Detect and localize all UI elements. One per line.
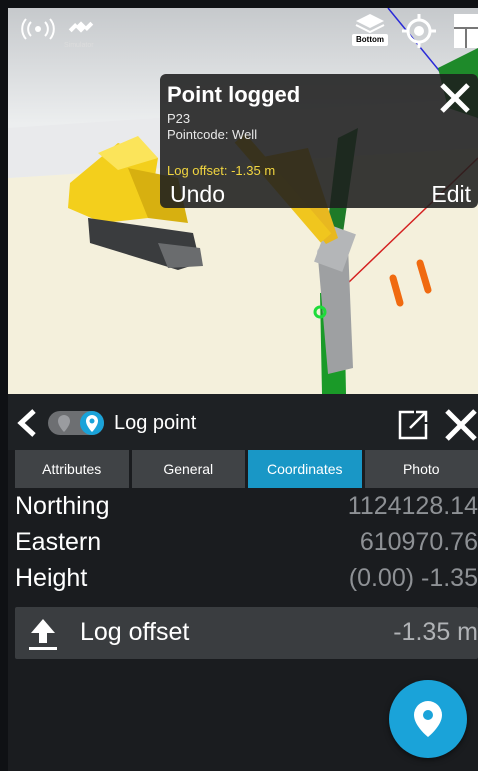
eastern-value: 610970.76 (359, 528, 478, 556)
back-icon[interactable] (16, 408, 38, 438)
northing-value: 1124128.14 (347, 492, 478, 520)
northing-label: Northing (15, 492, 110, 520)
map-pin-toggle[interactable] (48, 411, 104, 435)
app-frame: Simulator Bottom Point logged P23 Pointc… (8, 8, 478, 771)
log-point-button[interactable] (389, 680, 467, 758)
tab-coordinates[interactable]: Coordinates (248, 450, 362, 488)
log-point-header: Log point (8, 394, 478, 450)
log-offset-row[interactable]: Log offset -1.35 m (15, 607, 478, 659)
toast-pointcode: Pointcode: Well (167, 127, 258, 142)
toast-point-id: P23 (167, 111, 191, 126)
toast-log-offset: Log offset: -1.35 m (167, 163, 276, 178)
map-pin-off-icon (58, 415, 70, 432)
map-pin-icon (86, 415, 98, 432)
eastern-label: Eastern (15, 528, 102, 556)
panel-title: Log point (114, 412, 197, 434)
arrow-up-icon (29, 617, 57, 651)
log-offset-value: -1.35 m (393, 618, 478, 646)
tab-attributes[interactable]: Attributes (15, 450, 129, 488)
tab-general[interactable]: General (131, 450, 245, 488)
coordinate-row-eastern: Eastern 610970.76 (15, 526, 478, 562)
log-offset-label: Log offset (80, 618, 190, 646)
tab-bar: Attributes General Coordinates Photo (15, 450, 478, 488)
open-external-icon[interactable] (396, 408, 430, 442)
close-icon[interactable] (438, 81, 472, 115)
height-label: Height (15, 564, 88, 592)
coordinate-row-northing: Northing 1124128.14 (15, 490, 478, 526)
height-value: (0.00) -1.35 (348, 564, 478, 592)
tab-photo[interactable]: Photo (364, 450, 478, 488)
simulator-label: Simulator (64, 42, 94, 49)
layer-label[interactable]: Bottom (352, 34, 388, 46)
undo-button[interactable]: Undo (170, 181, 225, 208)
edit-button[interactable]: Edit (431, 181, 471, 208)
coordinate-row-height: Height (0.00) -1.35 (15, 562, 478, 598)
point-logged-toast: Point logged P23 Pointcode: Well Log off… (160, 74, 478, 208)
map-pin-icon (414, 701, 442, 737)
close-panel-icon[interactable] (444, 408, 478, 442)
toast-title: Point logged (167, 82, 301, 107)
map-view[interactable]: Simulator Bottom Point logged P23 Pointc… (8, 8, 478, 394)
toggle-knob (80, 411, 104, 435)
